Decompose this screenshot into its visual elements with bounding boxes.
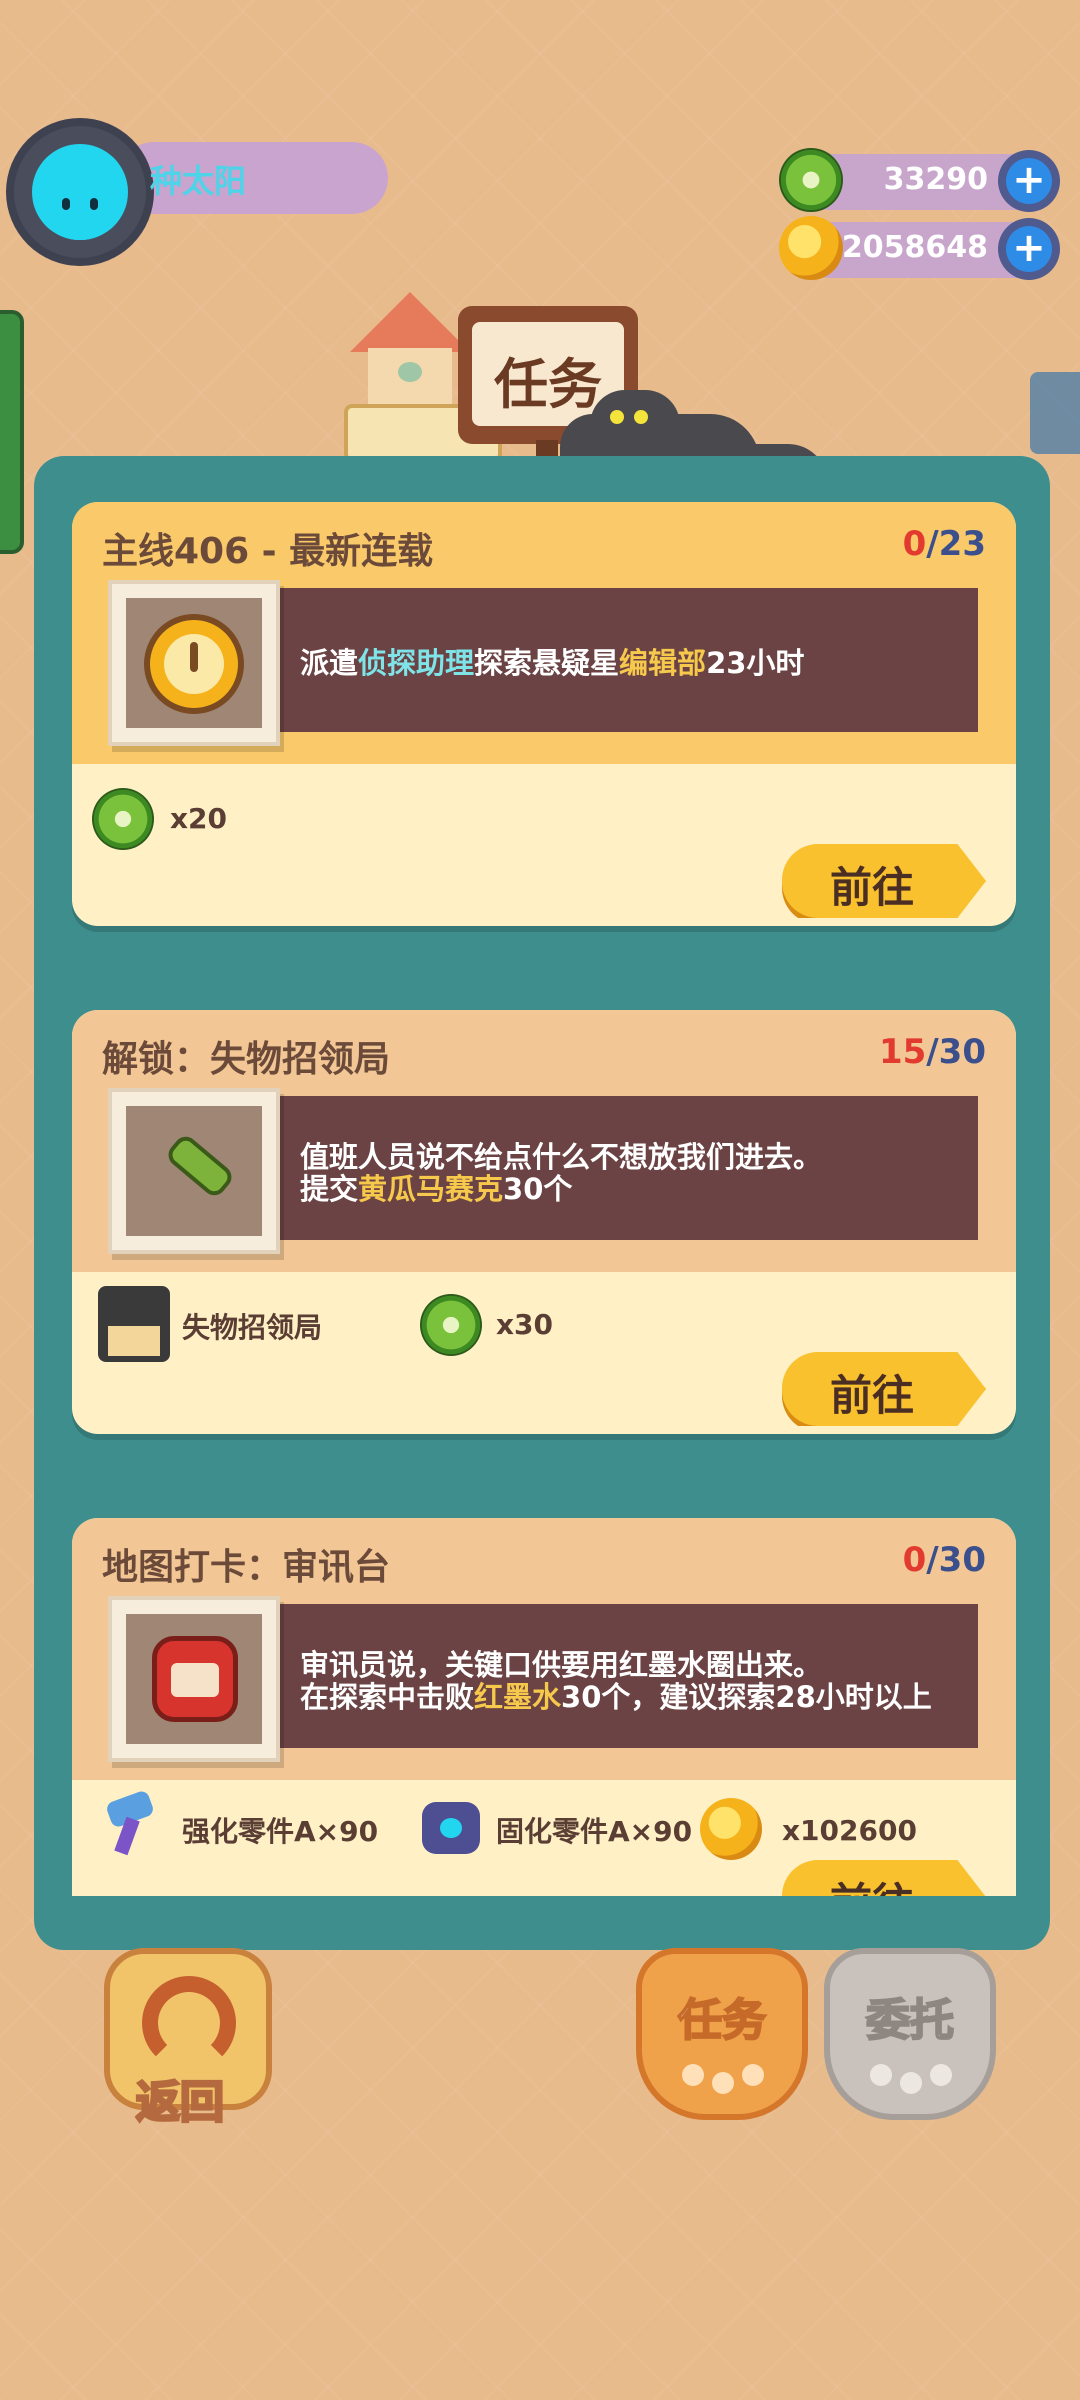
task-picture-frame (108, 580, 280, 746)
cat-avatar-icon (32, 144, 128, 240)
bolt-part-icon (102, 1789, 156, 1856)
green-donut-icon (420, 1294, 482, 1356)
reward-label: 固化零件A×90 (496, 1815, 693, 1848)
tab-tasks-label: 任务 (677, 1994, 767, 2047)
go-button[interactable]: 前往 (782, 844, 986, 918)
return-arrow-icon (142, 1976, 236, 2070)
side-drawer-tab[interactable] (0, 310, 24, 554)
task-picture-frame (108, 1596, 280, 1762)
house-icon (350, 292, 470, 412)
reward-amount: x20 (170, 802, 228, 835)
paw-toe (712, 2072, 734, 2094)
paw-toe (900, 2072, 922, 2094)
task-card: 主线406 - 最新连载 0/23 派遣侦探助理探索悬疑星编辑部23小时 x20… (72, 502, 1016, 926)
resource-value: 33290 (883, 162, 988, 197)
task-title: 主线406 - 最新连载 (102, 531, 434, 572)
go-button[interactable]: 前往 (782, 1860, 986, 1896)
paw-toe (742, 2064, 764, 2086)
task-progress: 0/23 (902, 524, 986, 564)
task-card: 解锁：失物招领局 15/30 值班人员说不给点什么不想放我们进去。 提交黄瓜马赛… (72, 1010, 1016, 1434)
nut-part-icon (422, 1802, 480, 1854)
tab-commission[interactable]: 委托 (824, 1948, 996, 2120)
task-list[interactable]: 主线406 - 最新连载 0/23 派遣侦探助理探索悬疑星编辑部23小时 x20… (72, 456, 1016, 1896)
side-decoration[interactable] (1030, 372, 1080, 454)
tab-commission-label: 委托 (865, 1994, 955, 2047)
back-label: 返回 (135, 2076, 226, 2130)
task-picture-frame (108, 1088, 280, 1254)
add-coin-button[interactable]: + (998, 218, 1060, 280)
reward-amount: x30 (496, 1308, 554, 1341)
paw-toe (870, 2064, 892, 2086)
back-button[interactable]: 返回 (104, 1948, 272, 2130)
building-icon (98, 1286, 170, 1362)
plus-icon: + (1006, 226, 1052, 272)
green-donut-icon (92, 788, 154, 850)
task-title: 解锁：失物招领局 (102, 1039, 391, 1080)
green-donut-icon (779, 148, 843, 212)
reward-amount: x102600 (782, 1814, 917, 1847)
task-progress: 0/30 (902, 1540, 986, 1580)
task-description-box: 值班人员说不给点什么不想放我们进去。 提交黄瓜马赛克30个 (272, 1096, 978, 1240)
go-button[interactable]: 前往 (782, 1352, 986, 1426)
gold-coin-icon (700, 1798, 762, 1860)
player-name: 种太阳 (150, 162, 247, 200)
task-card: 地图打卡：审讯台 0/30 审讯员说，关键口供要用红墨水圈出来。 在探索中击败红… (72, 1518, 1016, 1896)
tab-tasks[interactable]: 任务 (636, 1948, 808, 2120)
reward-label: 失物招领局 (182, 1311, 323, 1344)
task-description-box: 审讯员说，关键口供要用红墨水圈出来。 在探索中击败红墨水30个，建议探索28小时… (272, 1604, 978, 1748)
task-description: 派遣侦探助理探索悬疑星编辑部23小时 (300, 646, 805, 680)
red-ink-icon (152, 1636, 238, 1722)
stopwatch-icon (144, 614, 244, 714)
player-avatar[interactable] (14, 126, 146, 258)
paw-toe (930, 2064, 952, 2086)
resource-coin-counter: 2058648 + (779, 216, 1060, 280)
task-description-box: 派遣侦探助理探索悬疑星编辑部23小时 (272, 588, 978, 732)
resource-value: 2058648 (841, 230, 988, 265)
gold-coin-icon (779, 216, 843, 280)
cucumber-icon (163, 1131, 237, 1201)
task-progress: 15/30 (878, 1032, 986, 1072)
task-description-line2: 在探索中击败红墨水30个，建议探索28小时以上 (300, 1680, 932, 1714)
resource-donut-counter: 33290 + (779, 148, 1060, 212)
task-description-line2: 提交黄瓜马赛克30个 (300, 1172, 573, 1206)
paw-toe (682, 2064, 704, 2086)
reward-label: 强化零件A×90 (182, 1815, 379, 1848)
add-donut-button[interactable]: + (998, 150, 1060, 212)
task-title: 地图打卡：审讯台 (102, 1547, 391, 1588)
plus-icon: + (1006, 158, 1052, 204)
